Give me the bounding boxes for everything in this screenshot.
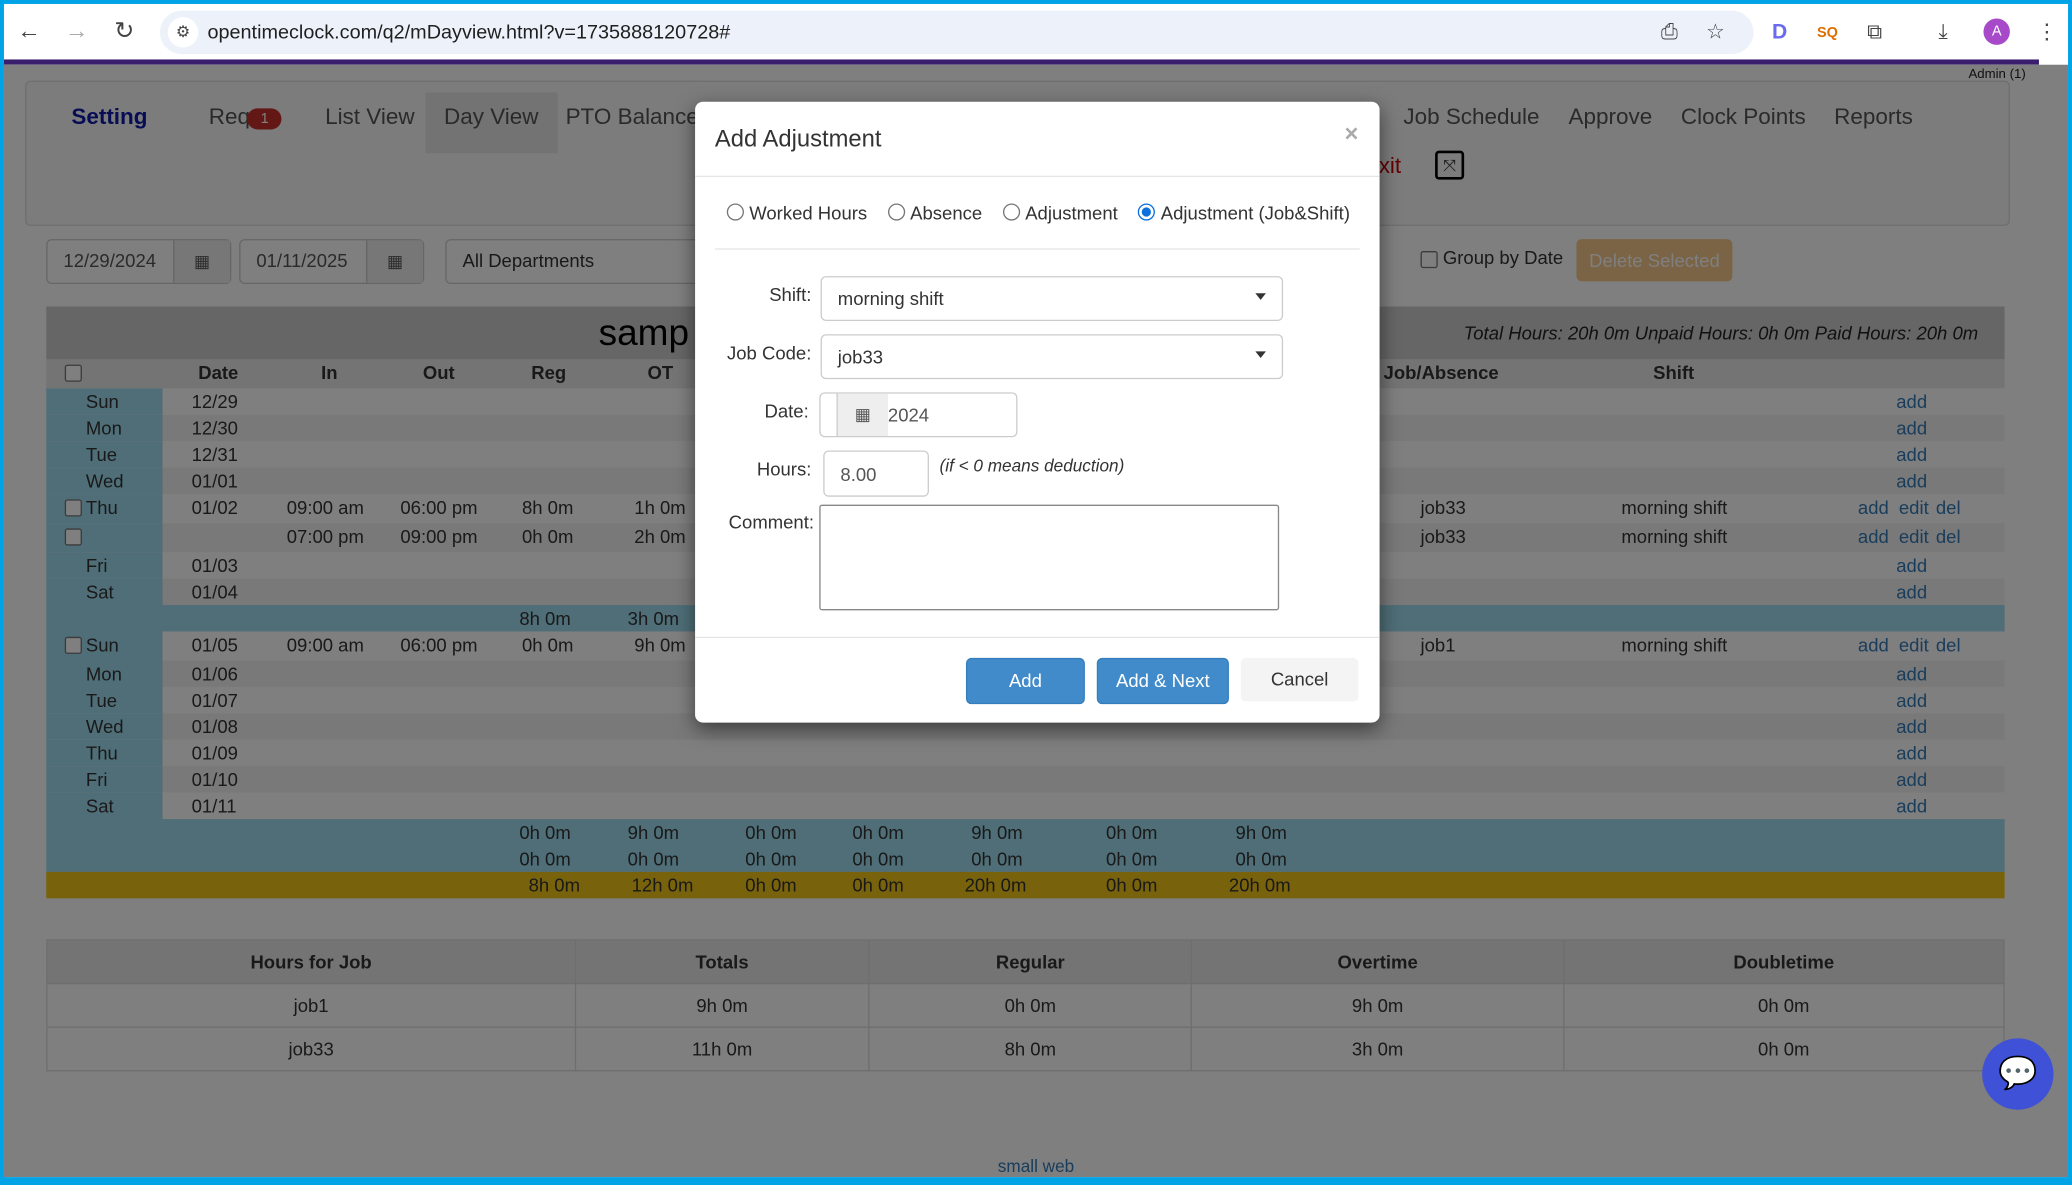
- cancel-button[interactable]: Cancel: [1240, 657, 1359, 702]
- install-app-icon[interactable]: ⎙: [1661, 20, 1678, 46]
- divider: [695, 175, 1380, 178]
- date-picker[interactable]: 12/30/2024▦: [819, 392, 1018, 438]
- comment-textarea[interactable]: [819, 504, 1280, 611]
- add-next-button[interactable]: Add & Next: [1096, 657, 1229, 705]
- radio-label: Adjustment (Job&Shift): [1160, 202, 1350, 224]
- divider: [695, 636, 1380, 639]
- entry-type-radios: Worked Hours Absence Adjustment Adjustme…: [726, 202, 1350, 224]
- chat-widget-icon[interactable]: 💬: [1982, 1038, 2054, 1110]
- radio-label: Adjustment: [1025, 202, 1118, 224]
- close-icon[interactable]: ×: [1345, 120, 1359, 148]
- radio-absence[interactable]: Absence: [887, 202, 983, 224]
- reload-icon[interactable]: ↻: [110, 16, 139, 45]
- job-code-select[interactable]: job33: [820, 334, 1284, 380]
- divider: [714, 248, 1360, 250]
- radio-label: Absence: [910, 202, 983, 224]
- hours-label: Hours:: [756, 458, 812, 480]
- hours-input[interactable]: 8.00: [823, 450, 929, 497]
- forward-icon[interactable]: →: [62, 16, 91, 45]
- hours-hint: (if < 0 means deduction): [939, 455, 1125, 476]
- extension-sq-icon[interactable]: SQ: [1817, 20, 1838, 46]
- back-icon[interactable]: ←: [15, 16, 44, 45]
- chevron-down-icon: [1255, 293, 1266, 300]
- add-adjustment-modal: Add Adjustment × Worked Hours Absence Ad…: [695, 101, 1380, 723]
- browser-toolbar: ← → ↻ ⚙ opentimeclock.com/q2/mDayview.ht…: [3, 3, 2069, 60]
- download-icon[interactable]: ⤓: [1939, 20, 1948, 46]
- radio-adjustment-job-shift[interactable]: Adjustment (Job&Shift): [1138, 202, 1350, 223]
- shift-label: Shift:: [769, 284, 812, 306]
- bookmark-star-icon[interactable]: ☆: [1706, 20, 1725, 46]
- add-button[interactable]: Add: [965, 657, 1085, 705]
- hours-value: 8.00: [840, 463, 877, 485]
- date-label: Date:: [764, 400, 809, 422]
- url-text: opentimeclock.com/q2/mDayview.html?v=173…: [207, 21, 731, 44]
- radio-adjustment[interactable]: Adjustment: [1002, 202, 1118, 224]
- radio-worked-hours[interactable]: Worked Hours: [726, 202, 868, 224]
- calendar-icon[interactable]: ▦: [836, 393, 889, 436]
- menu-kebab-icon[interactable]: ⋮: [2036, 20, 2057, 46]
- radio-label: Worked Hours: [749, 202, 868, 224]
- extension-d-icon[interactable]: D: [1772, 20, 1787, 46]
- comment-label: Comment:: [728, 511, 815, 533]
- profile-avatar[interactable]: A: [1983, 18, 2010, 45]
- modal-title: Add Adjustment: [714, 125, 882, 152]
- site-settings-icon[interactable]: ⚙: [167, 17, 199, 48]
- shift-value: morning shift: [837, 287, 944, 310]
- job-code-label: Job Code:: [727, 342, 812, 364]
- extensions-puzzle-icon[interactable]: ⧉: [1867, 20, 1882, 46]
- shift-select[interactable]: morning shift: [820, 276, 1284, 322]
- job-code-value: job33: [837, 346, 884, 368]
- address-bar[interactable]: ⚙ opentimeclock.com/q2/mDayview.html?v=1…: [159, 10, 1754, 55]
- chevron-down-icon: [1255, 351, 1266, 359]
